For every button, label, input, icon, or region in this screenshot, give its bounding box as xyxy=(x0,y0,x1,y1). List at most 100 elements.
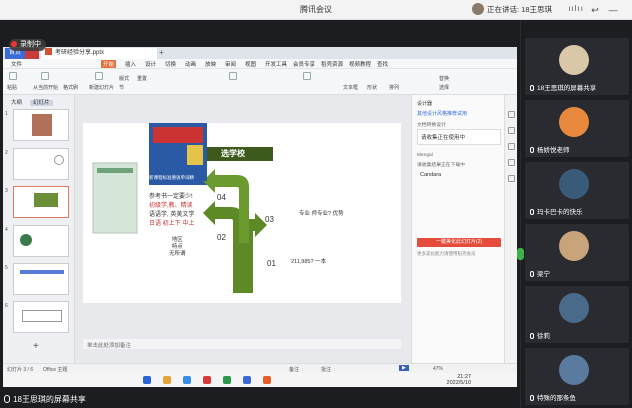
menu-review[interactable]: 审阅 xyxy=(225,60,236,68)
slide-thumbnail-3[interactable] xyxy=(13,186,69,218)
participant-tile[interactable]: 徐莉 xyxy=(525,286,629,343)
font-controls-icon[interactable] xyxy=(229,72,237,80)
participant-tile[interactable]: 梁宁 xyxy=(525,224,629,281)
design-font-1: Mengal xyxy=(417,153,433,158)
menu-slideshow[interactable]: 放映 xyxy=(205,60,216,68)
slide-panel: 大纲 幻灯片 1 2 3 4 5 6 + xyxy=(3,95,75,363)
explorer-icon[interactable] xyxy=(163,376,171,384)
side-toolbar xyxy=(504,95,517,363)
book-cover-main-band xyxy=(153,127,203,143)
menu-view[interactable]: 视图 xyxy=(245,60,256,68)
left-item: 无所谓 xyxy=(169,251,186,257)
menu-design[interactable]: 设计 xyxy=(145,60,156,68)
ribbon-new-slide[interactable]: 新建幻灯片 xyxy=(89,84,114,91)
participant-name: 玛卡巴卡的快乐 xyxy=(530,206,583,216)
ribbon-select[interactable]: 选择 xyxy=(439,84,449,91)
slide-thumbnail-1[interactable] xyxy=(13,109,69,141)
ribbon-section[interactable]: 节 xyxy=(119,84,124,91)
zoom-level[interactable]: 47% xyxy=(433,366,443,372)
exit-fullscreen-icon[interactable]: ↩ xyxy=(588,3,602,17)
ribbon-replace[interactable]: 替换 xyxy=(439,75,449,82)
paragraph-controls-icon[interactable] xyxy=(303,72,311,80)
menu-devtools[interactable]: 开发工具 xyxy=(265,60,287,68)
slide-thumbnail-4[interactable] xyxy=(13,225,69,257)
design-option-1[interactable]: 请收集正在使用中 xyxy=(417,129,501,145)
menu-video[interactable]: 视频教程 xyxy=(349,60,371,68)
menu-search[interactable]: 查找 xyxy=(377,60,388,68)
wechat-icon[interactable] xyxy=(223,376,231,384)
participant-tile[interactable]: 18王思琪的屏幕共享 xyxy=(525,38,629,95)
slide-thumbnail-2[interactable] xyxy=(13,148,69,180)
design-panel: 设计器 其他设计风格推荐试用 文档转换设计 请收集正在使用中 Mengal 请收… xyxy=(411,95,504,363)
notes-toggle[interactable]: 备注 xyxy=(289,366,299,373)
play-button[interactable]: ▶ xyxy=(399,365,409,371)
mic-icon xyxy=(530,395,534,401)
participant-name: 特殊的那条鱼 xyxy=(530,392,576,402)
slide-number: 2 xyxy=(5,150,8,156)
right-item-03: 专业 师专业? 优势 xyxy=(299,211,344,217)
slide-thumbnail-6[interactable] xyxy=(13,301,69,333)
ppt-icon xyxy=(45,48,52,55)
clock-date: 2022/5/10 xyxy=(446,380,471,386)
wps-icon[interactable] xyxy=(203,376,211,384)
mic-icon xyxy=(530,147,534,153)
ribbon-arrange[interactable]: 排列 xyxy=(389,84,399,91)
start-icon[interactable] xyxy=(143,376,151,384)
ribbon-from-current[interactable]: 从当前开始 xyxy=(33,84,58,91)
label-02: 02 xyxy=(217,233,226,242)
avatar xyxy=(559,45,589,75)
left-item: 地区 xyxy=(171,237,183,243)
ribbon-reset[interactable]: 重置 xyxy=(137,75,147,82)
slide-counter: 幻灯片 3 / 6 xyxy=(7,367,34,373)
paste-icon[interactable] xyxy=(9,72,17,80)
app-icon[interactable] xyxy=(263,376,271,384)
book-cover-sticker xyxy=(187,145,203,165)
collapse-panel-button[interactable] xyxy=(517,248,524,260)
menu-transition[interactable]: 切换 xyxy=(165,60,176,68)
arrow-02 xyxy=(203,201,243,293)
slide-number: 4 xyxy=(5,227,8,233)
minimize-icon[interactable]: — xyxy=(606,3,620,17)
ribbon-layout[interactable]: 版式 xyxy=(119,75,129,82)
ribbon-shapes[interactable]: 形状 xyxy=(367,84,377,91)
add-slide-button[interactable]: + xyxy=(33,341,39,352)
notes-field[interactable]: 单击此处添加备注 xyxy=(83,339,401,349)
tool-icon[interactable] xyxy=(508,111,515,118)
avatar xyxy=(559,107,589,137)
menu-member[interactable]: 会员专享 xyxy=(293,60,315,68)
ribbon-textbox[interactable]: 文本框 xyxy=(343,84,358,91)
tab-outline[interactable]: 大纲 xyxy=(11,100,22,106)
menu-insert[interactable]: 插入 xyxy=(125,60,136,68)
tool-icon[interactable] xyxy=(508,143,515,150)
design-font-2[interactable]: Candara xyxy=(417,169,501,181)
slide-thumbnail-5[interactable] xyxy=(13,263,69,295)
tool-icon[interactable] xyxy=(508,127,515,134)
participant-tile[interactable]: 特殊的那条鱼 xyxy=(525,348,629,405)
ribbon-format-painter[interactable]: 格式刷 xyxy=(63,84,78,91)
meeting-icon[interactable] xyxy=(243,376,251,384)
slide-number: 6 xyxy=(5,303,8,309)
menu-docer[interactable]: 稻壳资源 xyxy=(321,60,343,68)
tool-icon[interactable] xyxy=(508,175,515,182)
browser-icon[interactable] xyxy=(183,376,191,384)
thumb-shape xyxy=(20,234,32,246)
recording-badge[interactable]: 录制中 xyxy=(9,39,46,51)
play-icon[interactable] xyxy=(41,72,49,80)
menu-animation[interactable]: 动画 xyxy=(185,60,196,68)
participant-tile[interactable]: 玛卡巴卡的快乐 xyxy=(525,162,629,219)
design-style-link[interactable]: 其他设计风格推荐试用 xyxy=(417,110,467,117)
tab-slides[interactable]: 幻灯片 xyxy=(30,100,53,106)
slide[interactable]: 选学校 新课程标准德语单词精 参考书一定要少! 初级学,教、精读 语语学, 英美… xyxy=(83,123,401,303)
participant-tile[interactable]: 杨娇悦老师 xyxy=(525,100,629,157)
left-item: 特点 xyxy=(171,244,183,250)
new-slide-icon[interactable] xyxy=(95,72,103,80)
menu-file[interactable]: 文件 xyxy=(11,60,22,68)
tool-icon[interactable] xyxy=(508,159,515,166)
comments-toggle[interactable]: 批注 xyxy=(321,366,331,373)
ribbon-paste[interactable]: 粘贴 xyxy=(7,84,17,91)
beautify-button[interactable]: 一键美化此幻灯片(2) xyxy=(417,238,501,247)
tab-document[interactable]: 考研经验分享.pptx xyxy=(41,48,157,59)
menu-home[interactable]: 开始 xyxy=(101,60,117,68)
new-tab-button[interactable]: + xyxy=(159,48,164,57)
document-tabs: 首页 考研经验分享.pptx + xyxy=(3,47,517,59)
